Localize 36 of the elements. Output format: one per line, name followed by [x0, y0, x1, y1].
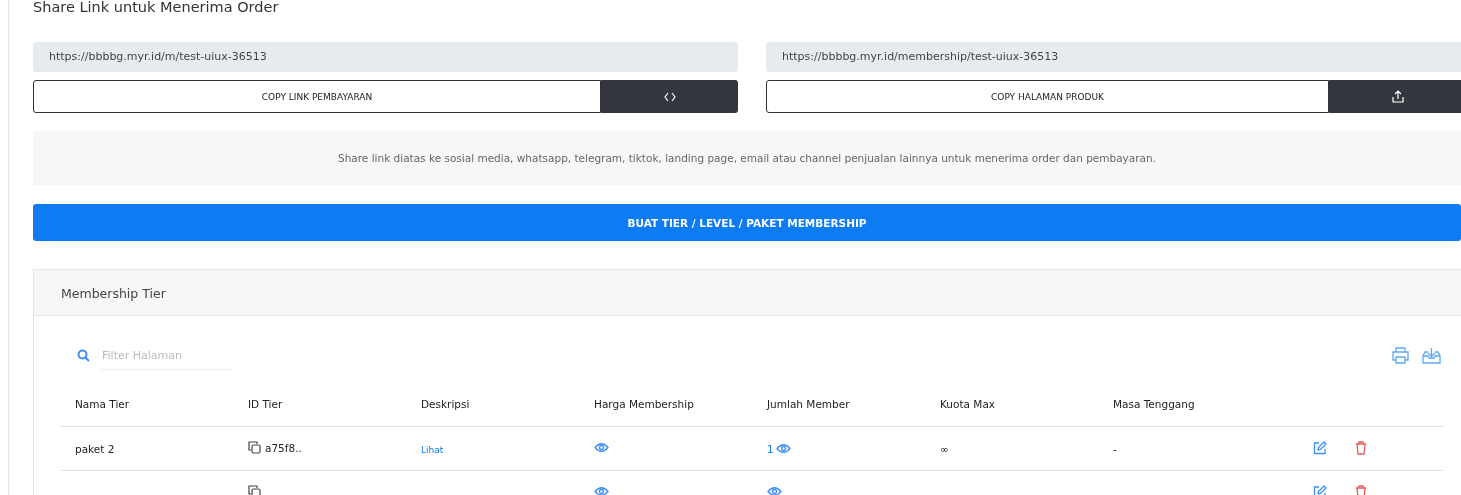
copy-icon[interactable]	[248, 485, 261, 495]
url-field[interactable]: https://bbbbg.myr.id/m/test-uiux-36513	[33, 42, 738, 72]
download-icon[interactable]	[1422, 347, 1441, 364]
view-description-link[interactable]: Lihat	[421, 444, 444, 455]
edit-icon[interactable]	[1313, 440, 1327, 455]
create-tier-button[interactable]: BUAT TIER / LEVEL / PAKET MEMBERSHIP	[33, 204, 1461, 241]
column-header: Harga Membership	[594, 398, 694, 410]
info-text: Share link diatas ke sosial media, whatsapp, telegram, tiktok, landing page, email atau channel penjualan lainnya untuk menerima order dan pembayaran.	[33, 131, 1461, 185]
tier-name: paket 2	[75, 442, 115, 455]
copy-icon[interactable]	[248, 441, 261, 454]
print-icon[interactable]	[1391, 347, 1410, 364]
tier-id: a75f8..	[265, 441, 302, 454]
delete-icon[interactable]	[1355, 484, 1367, 495]
copy-button[interactable]: COPY HALAMAN PRODUK	[766, 80, 1329, 113]
eye-icon[interactable]	[594, 486, 609, 495]
delete-icon[interactable]	[1355, 440, 1367, 455]
column-header: ID Tier	[248, 398, 283, 410]
eye-icon[interactable]	[767, 486, 782, 495]
eye-icon[interactable]	[594, 442, 609, 453]
copy-button[interactable]: COPY LINK PEMBAYARAN	[33, 80, 601, 113]
column-header: Masa Tenggang	[1113, 398, 1195, 410]
grace-period: -	[1113, 442, 1117, 455]
quota-value: ∞	[940, 442, 949, 455]
column-header: Kuota Max	[940, 398, 996, 410]
search-icon	[77, 349, 90, 362]
eye-icon[interactable]	[775, 443, 791, 454]
column-header: Jumlah Member	[767, 398, 850, 410]
code-icon	[663, 91, 676, 102]
share-icon	[1391, 90, 1404, 103]
url-field[interactable]: https://bbbbg.myr.id/membership/test-uiux-36513	[766, 42, 1461, 72]
section-title: Share Link untuk Menerima Order	[33, 0, 280, 14]
column-header: Nama Tier	[75, 398, 130, 410]
member-count[interactable]: 1	[767, 442, 774, 455]
card-title: Membership Tier	[34, 270, 1461, 316]
column-header: Deskripsi	[421, 398, 470, 410]
edit-icon[interactable]	[1313, 484, 1327, 495]
